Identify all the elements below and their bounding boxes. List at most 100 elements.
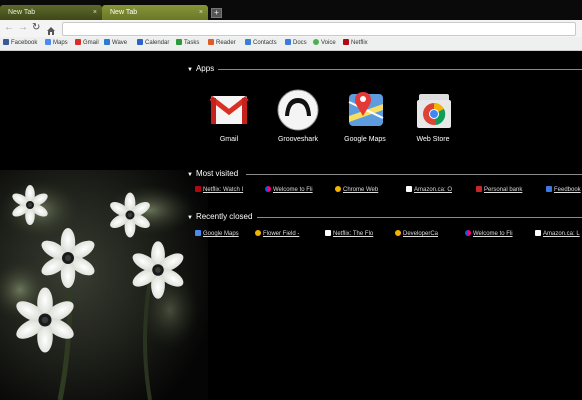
tab-label: New Tab xyxy=(110,9,138,16)
recently-closed-item[interactable]: DeveloperCa xyxy=(395,229,438,239)
facebook-icon xyxy=(3,39,9,45)
recently-closed-section-title[interactable]: ▼ Recently closed xyxy=(187,212,252,223)
bank-icon xyxy=(476,186,482,192)
tab-close-icon[interactable]: × xyxy=(93,5,97,20)
chrome-icon xyxy=(335,186,341,192)
back-arrow-icon[interactable]: ← xyxy=(4,22,14,34)
flickr-icon xyxy=(265,186,271,192)
forward-arrow-icon[interactable]: → xyxy=(18,22,28,34)
grooveshark-icon xyxy=(276,88,320,132)
site-label: Chrome Web xyxy=(343,187,379,193)
site-label: Amazon.ca: O xyxy=(414,187,453,193)
tab-new-tab-1[interactable]: New Tab × xyxy=(0,5,102,20)
recently-closed-item[interactable]: Google Maps xyxy=(195,229,239,239)
netflix-icon xyxy=(195,186,201,192)
site-label: Personal bank xyxy=(484,187,523,193)
bookmark-wave[interactable]: Wave xyxy=(104,38,127,49)
divider xyxy=(257,217,582,218)
site-label: Welcome to Fli xyxy=(273,187,313,193)
site-label: DeveloperCa xyxy=(403,231,439,237)
divider xyxy=(246,174,582,175)
bookmark-reader[interactable]: Reader xyxy=(208,38,236,49)
collapse-triangle-icon: ▼ xyxy=(187,172,193,178)
bookmark-voice[interactable]: Voice xyxy=(313,38,336,49)
bookmark-label: Voice xyxy=(321,40,336,46)
app-google-maps[interactable]: Google Maps xyxy=(335,88,395,143)
bookmark-docs[interactable]: Docs xyxy=(285,38,307,49)
section-title-label: Most visited xyxy=(195,169,239,178)
contacts-icon xyxy=(245,39,251,45)
reload-icon[interactable]: ↻ xyxy=(32,22,40,34)
most-visited-item[interactable]: Feedbook xyxy=(546,185,581,195)
bookmark-gmail[interactable]: Gmail xyxy=(75,38,99,49)
site-label: Welcome to Fli xyxy=(473,231,513,237)
bookmark-netflix[interactable]: Netflix xyxy=(343,38,368,49)
tab-new-tab-2[interactable]: New Tab × xyxy=(102,5,208,20)
bookmark-label: Docs xyxy=(293,40,307,46)
gmail-icon xyxy=(207,88,251,132)
maps-icon xyxy=(45,39,51,45)
section-title-label: Recently closed xyxy=(195,212,253,221)
most-visited-item[interactable]: Amazon.ca: O xyxy=(406,185,452,195)
bookmark-label: Facebook xyxy=(11,40,38,46)
page-icon xyxy=(325,230,331,236)
recently-closed-item[interactable]: Amazon.ca: L xyxy=(535,229,580,239)
site-label: Flower Field - xyxy=(263,231,300,237)
wave-icon xyxy=(104,39,110,45)
apps-section-title[interactable]: ▼ Apps xyxy=(187,64,214,75)
app-web-store[interactable]: Web Store xyxy=(403,88,463,143)
chrome-icon xyxy=(395,230,401,236)
google-maps-icon xyxy=(343,88,387,132)
app-label: Web Store xyxy=(416,136,450,143)
recently-closed-item[interactable]: Flower Field - xyxy=(255,229,299,239)
bookmark-label: Calendar xyxy=(145,40,170,46)
app-label: Google Maps xyxy=(344,136,386,143)
chrome-icon xyxy=(255,230,261,236)
section-title-label: Apps xyxy=(195,64,215,73)
divider xyxy=(218,69,582,70)
voice-icon xyxy=(313,39,319,45)
bookmark-label: Contacts xyxy=(253,40,277,46)
most-visited-item[interactable]: Personal bank xyxy=(476,185,522,195)
most-visited-item[interactable]: Welcome to Fli xyxy=(265,185,313,195)
amazon-icon xyxy=(406,186,412,192)
collapse-triangle-icon: ▼ xyxy=(187,215,193,221)
new-tab-button[interactable]: + xyxy=(211,8,222,18)
collapse-triangle-icon: ▼ xyxy=(187,67,193,73)
reader-icon xyxy=(208,39,214,45)
flickr-icon xyxy=(465,230,471,236)
bookmark-label: Maps xyxy=(53,40,68,46)
bookmark-calendar[interactable]: Calendar xyxy=(137,38,169,49)
web-store-icon xyxy=(411,88,455,132)
netflix-icon xyxy=(343,39,349,45)
most-visited-item[interactable]: Chrome Web xyxy=(335,185,378,195)
app-grooveshark[interactable]: Grooveshark xyxy=(268,88,328,143)
recently-closed-item[interactable]: Welcome to Fli xyxy=(465,229,513,239)
gmail-icon xyxy=(75,39,81,45)
amazon-icon xyxy=(535,230,541,236)
tab-strip: New Tab × New Tab × + xyxy=(0,0,582,20)
site-label: Amazon.ca: L xyxy=(543,231,580,237)
bookmark-contacts[interactable]: Contacts xyxy=(245,38,277,49)
site-label: Google Maps xyxy=(203,231,239,237)
bookmark-tasks[interactable]: Tasks xyxy=(176,38,199,49)
address-bar[interactable] xyxy=(62,22,576,36)
bookmark-label: Gmail xyxy=(83,40,99,46)
app-label: Gmail xyxy=(219,136,239,143)
most-visited-item[interactable]: Netflix: Watch I xyxy=(195,185,243,195)
flower-background-image xyxy=(0,170,208,400)
bookmark-facebook[interactable]: Facebook xyxy=(3,38,37,49)
feedbook-icon xyxy=(546,186,552,192)
site-label: Netflix: The Flo xyxy=(333,231,374,237)
bookmarks-bar: Facebook Maps Gmail Wave Calendar Tasks … xyxy=(0,37,582,51)
app-gmail[interactable]: Gmail xyxy=(199,88,259,143)
most-visited-section-title[interactable]: ▼ Most visited xyxy=(187,169,238,180)
recently-closed-item[interactable]: Netflix: The Flo xyxy=(325,229,373,239)
tab-label: New Tab xyxy=(8,9,36,16)
maps-icon xyxy=(195,230,201,236)
bookmark-label: Reader xyxy=(216,40,236,46)
bookmark-maps[interactable]: Maps xyxy=(45,38,68,49)
toolbar: ← → ↻ xyxy=(0,20,582,38)
bookmark-label: Wave xyxy=(112,40,128,46)
tab-close-icon[interactable]: × xyxy=(199,5,203,20)
